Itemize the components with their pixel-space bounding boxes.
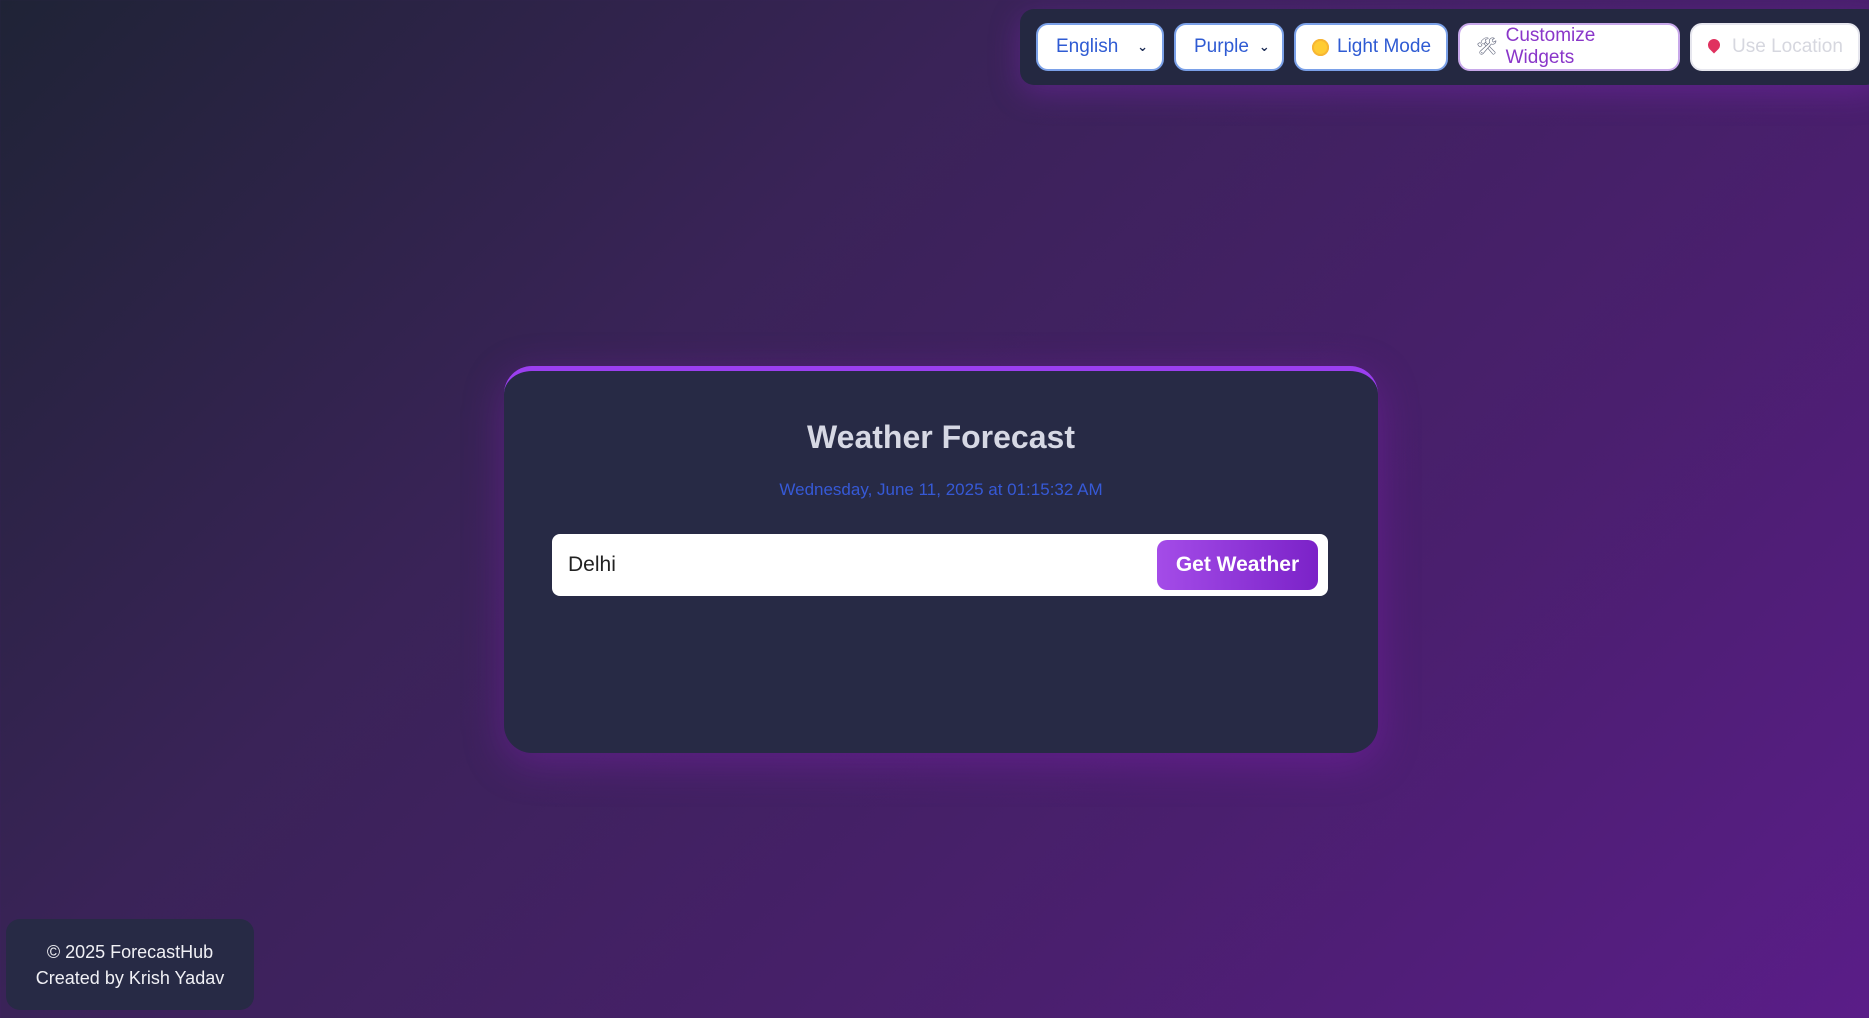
chevron-down-icon: ⌄: [1258, 39, 1270, 54]
current-datetime: Wednesday, June 11, 2025 at 01:15:32 AM: [779, 480, 1103, 499]
theme-select-value: Purple: [1194, 36, 1249, 57]
light-mode-button[interactable]: Light Mode: [1294, 23, 1448, 71]
weather-card: Weather Forecast Wednesday, June 11, 202…: [504, 366, 1378, 753]
wrench-icon: 🛠: [1476, 37, 1498, 56]
page-title: Weather Forecast: [807, 419, 1075, 455]
chevron-down-icon: ⌄: [1137, 39, 1148, 54]
get-weather-button[interactable]: Get Weather: [1157, 540, 1318, 590]
customize-widgets-button[interactable]: 🛠 Customize Widgets: [1458, 23, 1680, 71]
pin-icon: [1705, 36, 1723, 54]
language-select-value: English: [1056, 36, 1119, 57]
light-mode-label: Light Mode: [1337, 36, 1432, 57]
sun-icon: [1312, 38, 1329, 56]
footer-credit: Created by Krish Yadav: [35, 967, 225, 988]
search-bar: Get Weather: [552, 534, 1328, 596]
language-select[interactable]: English ⌄: [1036, 23, 1164, 71]
footer-copyright: © 2025 ForecastHub: [46, 941, 214, 962]
footer: © 2025 ForecastHub Created by Krish Yada…: [6, 919, 254, 1010]
use-location-button[interactable]: Use Location: [1690, 23, 1860, 71]
city-search-input[interactable]: [552, 534, 1157, 596]
theme-select[interactable]: Purple ⌄: [1174, 23, 1284, 71]
top-toolbar: English ⌄ Purple ⌄ Light Mode 🛠 Customiz…: [1020, 9, 1869, 85]
customize-widgets-label: Customize Widgets: [1505, 25, 1596, 68]
use-location-label: Use Location: [1732, 36, 1843, 57]
